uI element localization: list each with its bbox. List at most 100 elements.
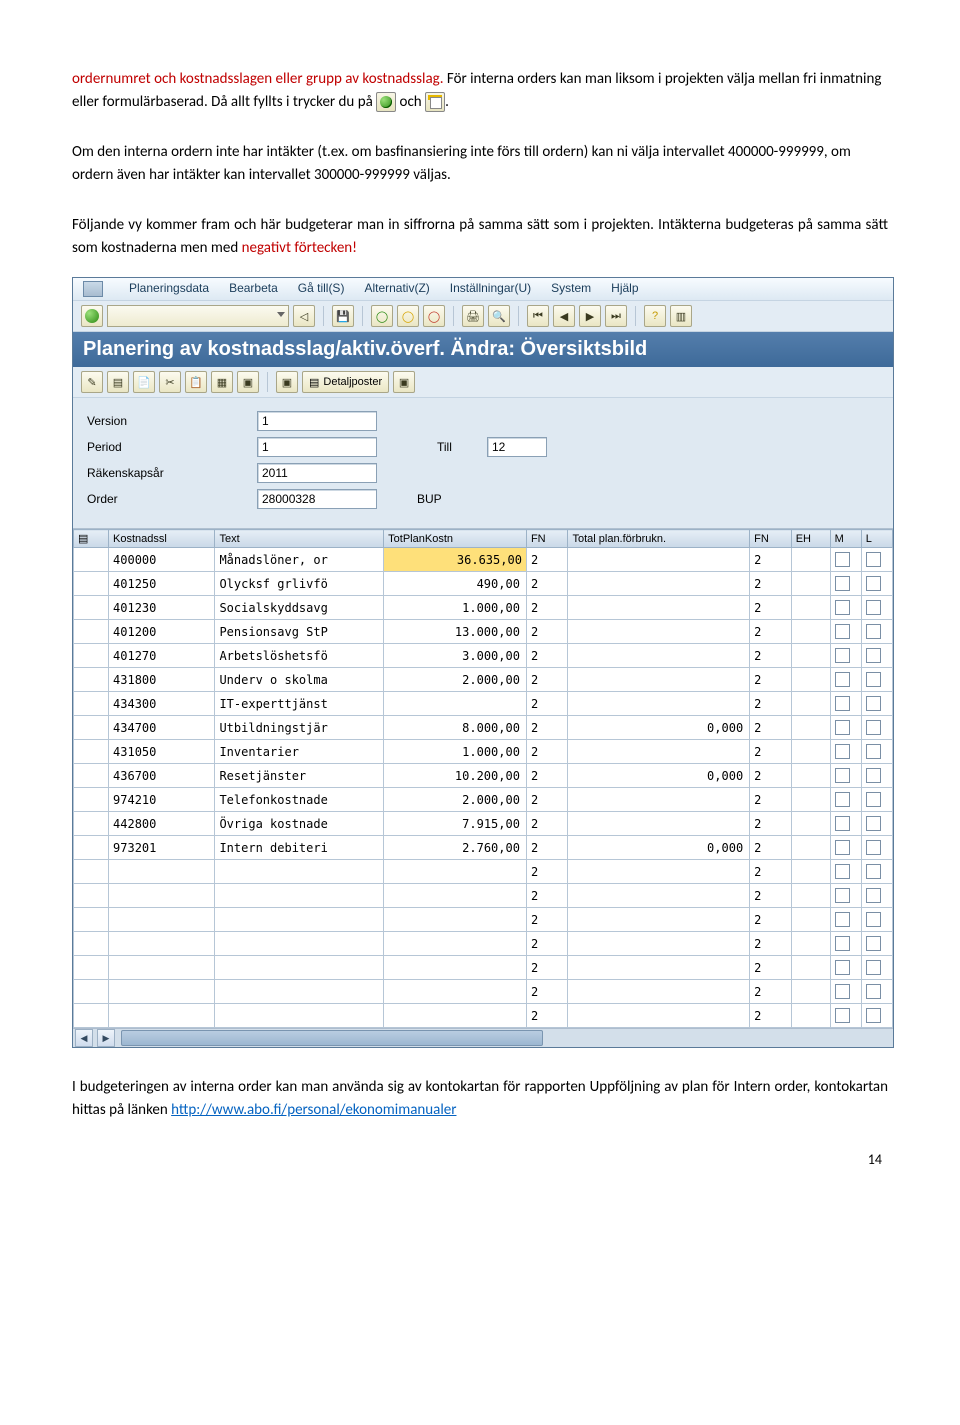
cell-text[interactable] <box>215 932 384 956</box>
cell-kost[interactable] <box>109 860 215 884</box>
row-selector[interactable] <box>74 1004 109 1028</box>
cell-fn2[interactable]: 2 <box>750 692 792 716</box>
cell-l[interactable] <box>861 884 892 908</box>
cell-forb[interactable]: 0,000 <box>568 716 750 740</box>
cell-text[interactable] <box>215 980 384 1004</box>
cell-kost[interactable] <box>109 884 215 908</box>
checkbox-icon[interactable] <box>866 768 881 783</box>
row-selector[interactable] <box>74 812 109 836</box>
cell-kost[interactable]: 431800 <box>109 668 215 692</box>
last-page-icon[interactable]: ⏭ <box>605 305 627 327</box>
expand-icon[interactable]: ▣ <box>276 371 298 393</box>
checkbox-icon[interactable] <box>835 888 850 903</box>
checkbox-icon[interactable] <box>835 744 850 759</box>
checkbox-icon[interactable] <box>835 768 850 783</box>
checkbox-icon[interactable] <box>866 696 881 711</box>
cell-fn2[interactable]: 2 <box>750 884 792 908</box>
cell-text[interactable]: Utbildningstjär <box>215 716 384 740</box>
cell-m[interactable] <box>830 548 861 572</box>
cell-forb[interactable] <box>568 956 750 980</box>
cell-m[interactable] <box>830 812 861 836</box>
cell-plan[interactable] <box>384 980 527 1004</box>
cell-fn2[interactable]: 2 <box>750 644 792 668</box>
cell-kost[interactable] <box>109 980 215 1004</box>
cell-plan[interactable]: 2.000,00 <box>384 788 527 812</box>
cell-fn2[interactable]: 2 <box>750 668 792 692</box>
cell-l[interactable] <box>861 668 892 692</box>
cell-l[interactable] <box>861 572 892 596</box>
row-selector[interactable] <box>74 644 109 668</box>
cell-l[interactable] <box>861 740 892 764</box>
cell-plan[interactable] <box>384 884 527 908</box>
menu-6[interactable]: Hjälp <box>611 281 638 297</box>
row-selector[interactable] <box>74 860 109 884</box>
row-selector[interactable] <box>74 692 109 716</box>
cell-text[interactable]: Pensionsavg StP <box>215 620 384 644</box>
hscroll-right-icon[interactable]: ▶ <box>97 1029 115 1047</box>
checkbox-icon[interactable] <box>866 984 881 999</box>
cell-fn1[interactable]: 2 <box>526 956 568 980</box>
link-manuals[interactable]: http://www.abo.fi/personal/ekonomimanual… <box>171 1101 456 1119</box>
window-menu-icon[interactable] <box>83 281 103 297</box>
row-selector[interactable] <box>74 596 109 620</box>
cell-m[interactable] <box>830 980 861 1004</box>
checkbox-icon[interactable] <box>835 792 850 807</box>
cell-fn1[interactable]: 2 <box>526 620 568 644</box>
checkbox-icon[interactable] <box>866 864 881 879</box>
col-fn1[interactable]: FN <box>526 530 568 548</box>
cell-l[interactable] <box>861 956 892 980</box>
row-selector[interactable] <box>74 956 109 980</box>
checkbox-icon[interactable] <box>866 600 881 615</box>
cell-forb[interactable] <box>568 572 750 596</box>
menu-3[interactable]: Alternativ(Z) <box>364 281 429 297</box>
find-icon[interactable]: 🔍 <box>488 305 510 327</box>
col-kostnadssl[interactable]: Kostnadssl <box>109 530 215 548</box>
back-icon[interactable]: ◯ <box>371 305 393 327</box>
period-icon[interactable]: ▣ <box>237 371 259 393</box>
cell-kost[interactable]: 434700 <box>109 716 215 740</box>
cell-eh[interactable] <box>791 836 830 860</box>
cell-fn1[interactable]: 2 <box>526 740 568 764</box>
command-field[interactable] <box>107 305 289 327</box>
cell-forb[interactable] <box>568 860 750 884</box>
cell-kost[interactable]: 436700 <box>109 764 215 788</box>
cell-kost[interactable]: 400000 <box>109 548 215 572</box>
cancel-icon[interactable]: ◯ <box>423 305 445 327</box>
cell-fn1[interactable]: 2 <box>526 644 568 668</box>
checkbox-icon[interactable] <box>835 960 850 975</box>
cell-eh[interactable] <box>791 788 830 812</box>
cell-text[interactable]: Inventarier <box>215 740 384 764</box>
cell-fn1[interactable]: 2 <box>526 764 568 788</box>
row-selector[interactable] <box>74 572 109 596</box>
cell-text[interactable] <box>215 1004 384 1028</box>
cell-fn2[interactable]: 2 <box>750 572 792 596</box>
col-totforbrukn[interactable]: Total plan.förbrukn. <box>568 530 750 548</box>
cell-fn2[interactable]: 2 <box>750 716 792 740</box>
cell-plan[interactable] <box>384 932 527 956</box>
cell-forb[interactable] <box>568 644 750 668</box>
detail-posts-button[interactable]: ▤ Detaljposter <box>302 371 389 393</box>
row-selector[interactable] <box>74 716 109 740</box>
cell-kost[interactable]: 434300 <box>109 692 215 716</box>
hscroll-left-icon[interactable]: ◀ <box>75 1029 93 1047</box>
cell-kost[interactable]: 401270 <box>109 644 215 668</box>
cell-l[interactable] <box>861 692 892 716</box>
cell-l[interactable] <box>861 932 892 956</box>
cell-plan[interactable] <box>384 956 527 980</box>
detail-icon[interactable]: ▤ <box>107 371 129 393</box>
checkbox-icon[interactable] <box>866 840 881 855</box>
cell-forb[interactable] <box>568 620 750 644</box>
checkbox-icon[interactable] <box>835 936 850 951</box>
cell-m[interactable] <box>830 932 861 956</box>
checkbox-icon[interactable] <box>866 552 881 567</box>
cell-kost[interactable]: 431050 <box>109 740 215 764</box>
checkbox-icon[interactable] <box>866 816 881 831</box>
checkbox-icon[interactable] <box>835 984 850 999</box>
cell-text[interactable]: Intern debiteri <box>215 836 384 860</box>
checkbox-icon[interactable] <box>866 720 881 735</box>
cell-m[interactable] <box>830 908 861 932</box>
cell-l[interactable] <box>861 836 892 860</box>
cell-forb[interactable] <box>568 668 750 692</box>
cell-fn2[interactable]: 2 <box>750 836 792 860</box>
checkbox-icon[interactable] <box>835 696 850 711</box>
